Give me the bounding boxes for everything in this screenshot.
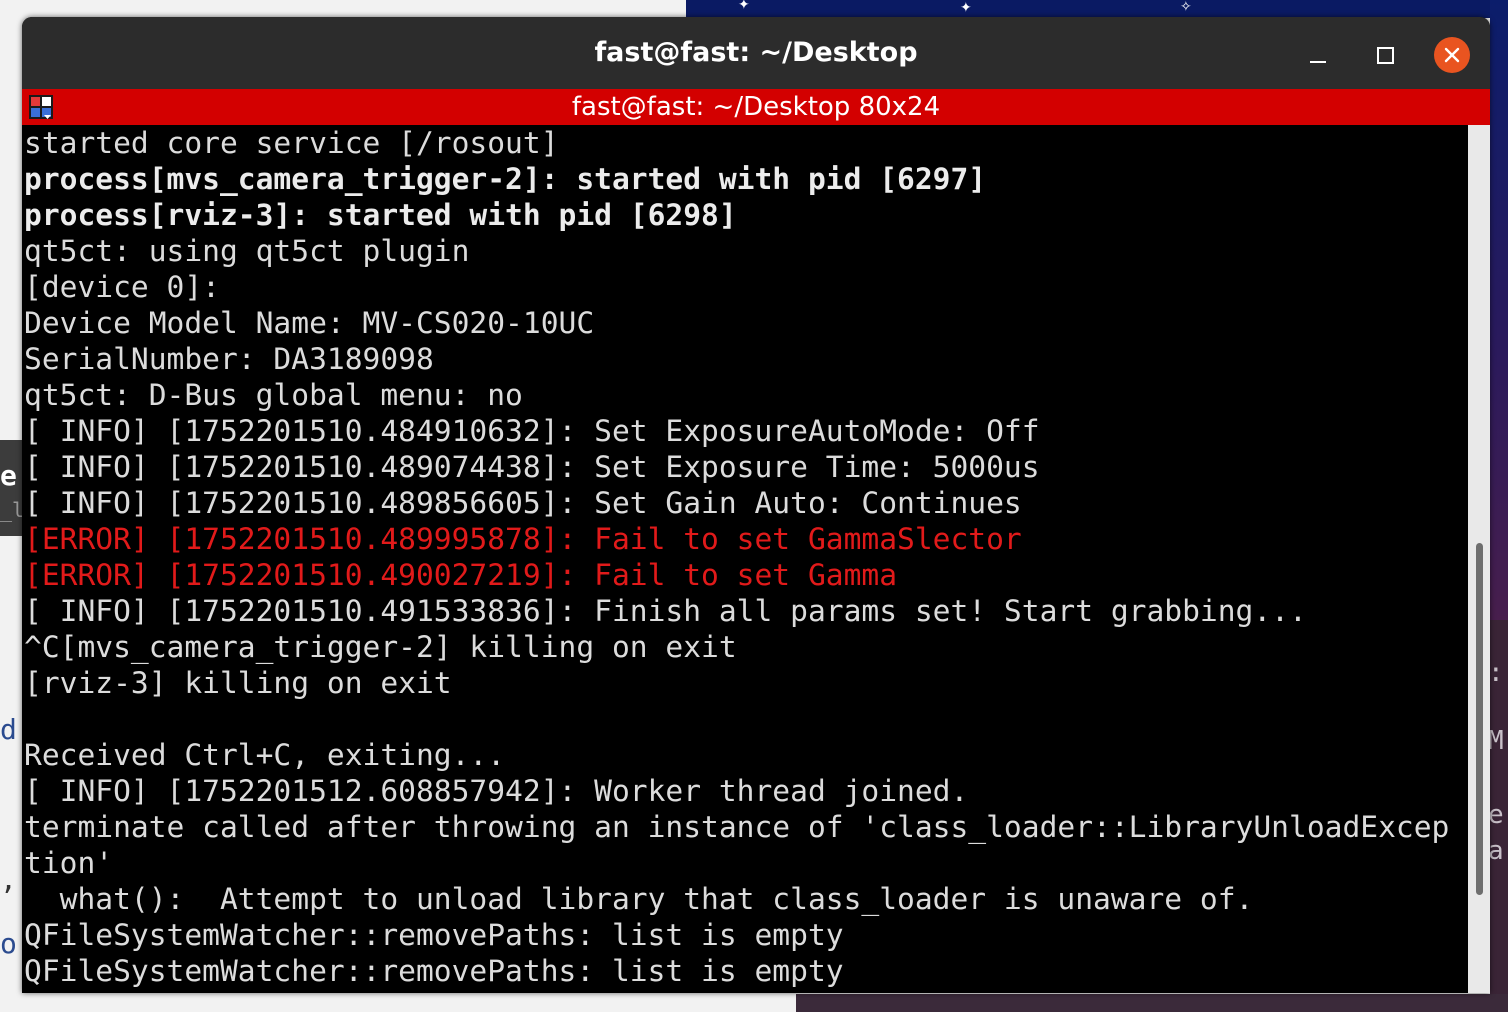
wallpaper-star: ✦ xyxy=(960,0,972,16)
terminator-titlebar[interactable]: fast@fast: ~/Desktop 80x24 xyxy=(22,89,1490,125)
terminal-line: QFileSystemWatcher::removePaths: list is… xyxy=(24,918,844,952)
terminal-line: [ INFO] [1752201510.484910632]: Set Expo… xyxy=(24,414,1040,448)
close-icon xyxy=(1444,47,1460,63)
background-window-text: _l xyxy=(0,498,25,522)
terminal-line: [rviz-3] killing on exit xyxy=(24,666,452,700)
background-window-text: a xyxy=(1488,836,1504,866)
terminal-line: qt5ct: D-Bus global menu: no xyxy=(24,378,523,412)
desktop-wallpaper-right xyxy=(1490,0,1508,640)
window-titlebar[interactable]: fast@fast: ~/Desktop xyxy=(22,17,1490,89)
terminal-line: [ INFO] [1752201510.489074438]: Set Expo… xyxy=(24,450,1040,484)
terminal-line: tion' xyxy=(24,846,114,880)
background-window-text: e xyxy=(1488,800,1504,830)
background-window-text: o xyxy=(0,927,17,960)
terminal-line: SerialNumber: DA3189098 xyxy=(24,342,434,376)
terminal-output[interactable]: started core service [/rosout] process[mv… xyxy=(22,125,1468,993)
window-title: fast@fast: ~/Desktop xyxy=(594,37,918,68)
terminal-line: [ERROR] [1752201510.490027219]: Fail to … xyxy=(24,558,898,592)
terminal-line: process[rviz-3]: started with pid [6298] xyxy=(24,198,737,232)
terminal-scrollbar[interactable] xyxy=(1468,125,1490,993)
scrollbar-thumb[interactable] xyxy=(1476,543,1483,895)
terminal-line: what(): Attempt to unload library that c… xyxy=(24,882,1254,916)
background-window-text: M xyxy=(1488,726,1504,756)
close-button[interactable] xyxy=(1434,37,1470,73)
terminal-pane-title: fast@fast: ~/Desktop 80x24 xyxy=(571,92,941,122)
wallpaper-star: ✦ xyxy=(738,0,750,13)
maximize-button[interactable] xyxy=(1367,37,1403,73)
minimize-icon xyxy=(1310,61,1326,63)
terminal-window: fast@fast: ~/Desktop fast@fast: ~/Deskto… xyxy=(22,17,1490,993)
terminal-line: started core service [/rosout] xyxy=(24,126,559,160)
terminal-line: [ERROR] [1752201510.489995878]: Fail to … xyxy=(24,522,1022,556)
minimize-button[interactable] xyxy=(1300,37,1336,73)
background-window-text: , xyxy=(0,863,17,896)
terminal-line: [ INFO] [1752201512.608857942]: Worker t… xyxy=(24,774,969,808)
terminal-line: ^C[mvs_camera_trigger-2] killing on exit xyxy=(24,630,737,664)
terminal-line: Device Model Name: MV-CS020-10UC xyxy=(24,306,595,340)
terminal-line: terminate called after throwing an insta… xyxy=(24,810,1450,844)
terminal-line: [device 0]: xyxy=(24,270,220,304)
background-window-text: : xyxy=(1488,658,1504,688)
background-window-text: e xyxy=(0,459,17,492)
terminal-line: [ INFO] [1752201510.491533836]: Finish a… xyxy=(24,594,1307,628)
maximize-icon xyxy=(1376,46,1394,64)
desktop-wallpaper-top xyxy=(686,0,1508,18)
terminal-line: [ INFO] [1752201510.489856605]: Set Gain… xyxy=(24,486,1022,520)
background-window-text: d xyxy=(0,713,17,746)
terminal-line: process[mvs_camera_trigger-2]: started w… xyxy=(24,162,987,196)
terminal-line: QFileSystemWatcher::removePaths: list is… xyxy=(24,954,844,988)
terminal-line: Received Ctrl+C, exiting... xyxy=(24,738,506,772)
desktop-wallpaper-bottom xyxy=(796,994,1508,1012)
terminal-line: qt5ct: using qt5ct plugin xyxy=(24,234,470,268)
wallpaper-star: ✧ xyxy=(1180,0,1192,15)
